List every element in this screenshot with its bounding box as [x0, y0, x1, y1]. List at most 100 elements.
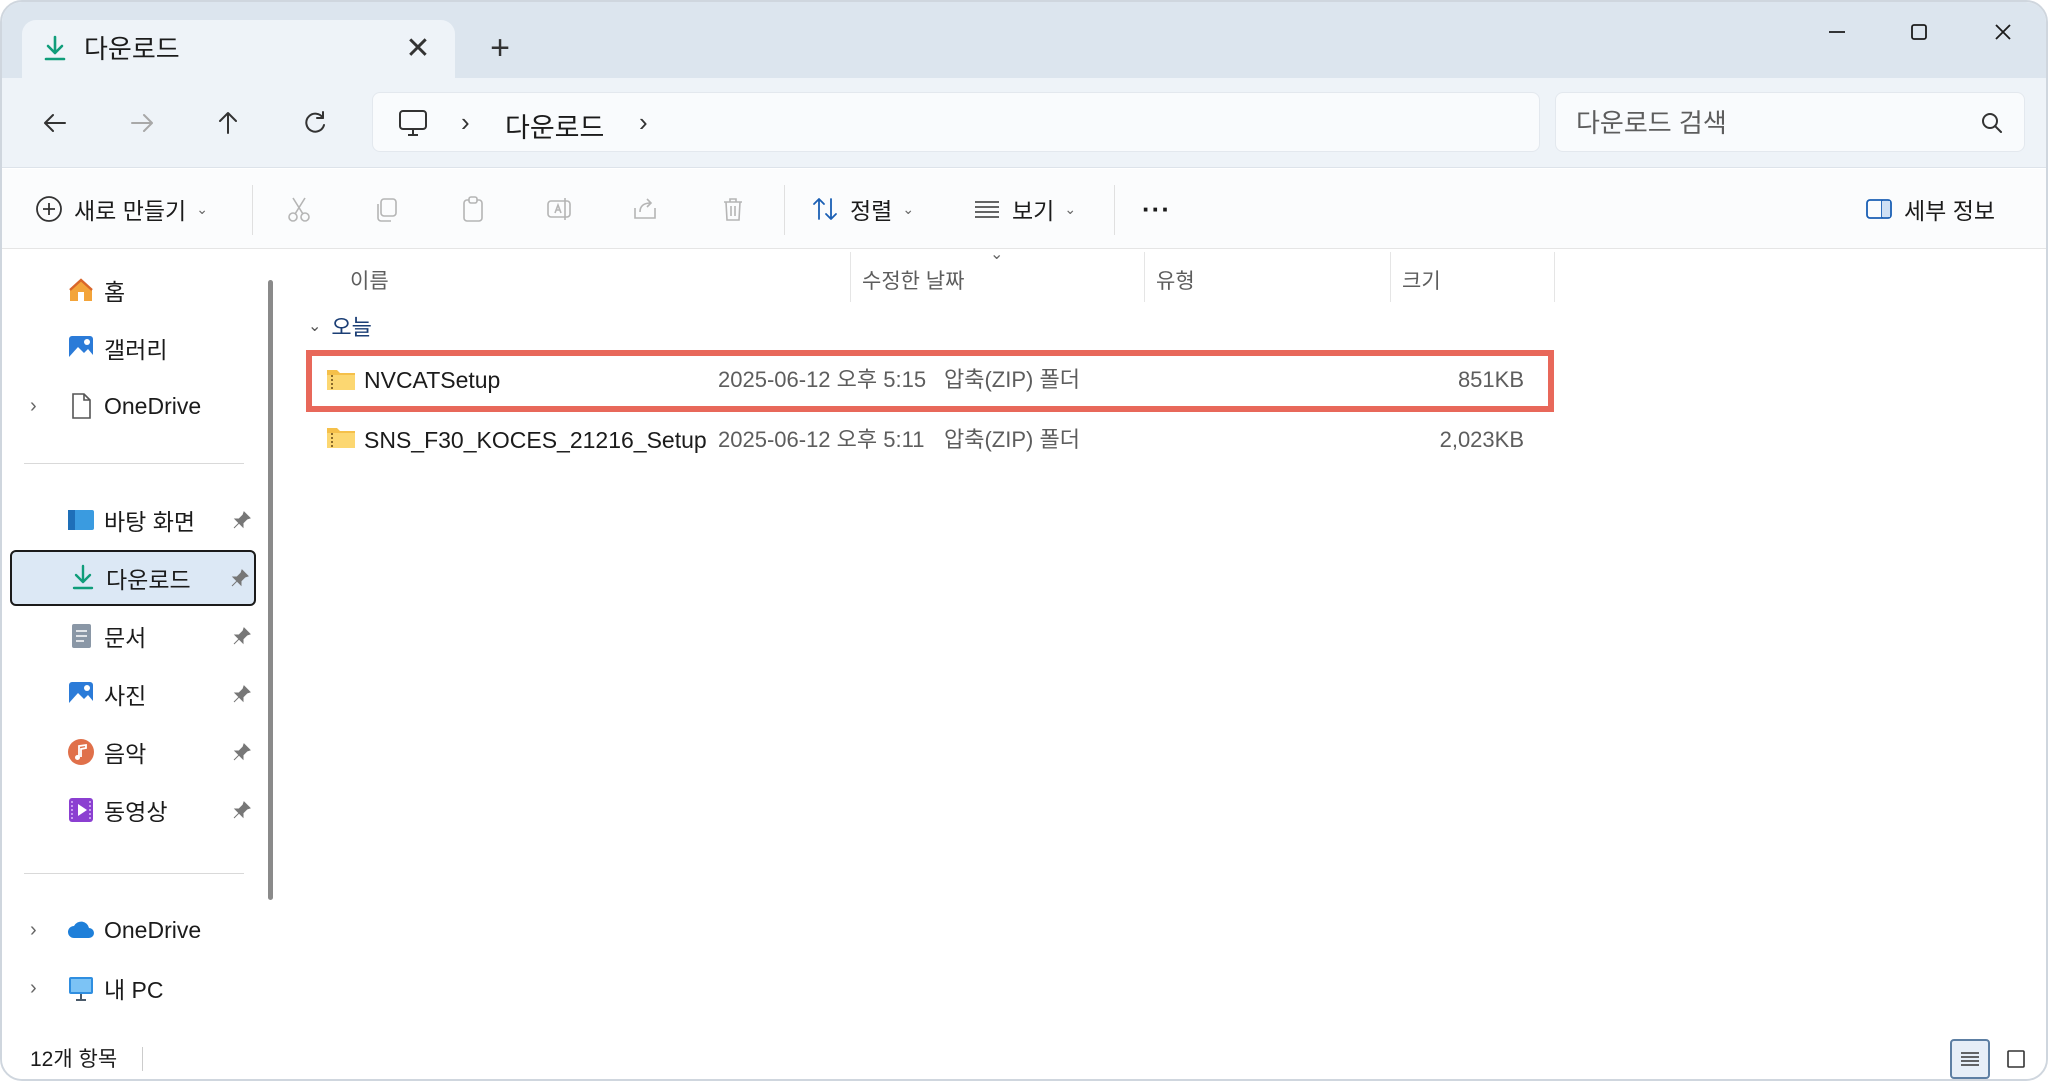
tab-downloads[interactable]: 다운로드 ✕	[22, 20, 455, 80]
close-tab-button[interactable]: ✕	[400, 30, 436, 66]
pin-icon[interactable]	[232, 510, 252, 530]
sidebar-item-this-pc[interactable]: › 내 PC	[10, 960, 256, 1016]
pc-icon[interactable]	[395, 105, 431, 141]
file-explorer-window: 다운로드 ✕ + › 다운로드 › 다운로드 검색 새로 만들기 ⌄ 정렬 ⌄ …	[0, 0, 2048, 1081]
column-header-date[interactable]: 수정한 날짜	[862, 258, 964, 302]
search-input[interactable]	[1576, 103, 1956, 143]
sidebar-item-home[interactable]: 홈	[10, 262, 256, 318]
details-view-button[interactable]	[1950, 1039, 1990, 1079]
sidebar-item-label: 내 PC	[104, 977, 164, 1003]
sidebar-item-label: 홈	[104, 279, 126, 305]
maximize-icon	[1911, 24, 1927, 40]
column-divider[interactable]	[850, 252, 851, 302]
home-icon	[69, 278, 93, 301]
file-size: 851KB	[1457, 367, 1524, 392]
divider	[252, 185, 253, 235]
chevron-right-icon[interactable]: ›	[30, 977, 37, 1000]
item-count: 12개 항목	[30, 1048, 118, 1071]
pin-icon[interactable]	[232, 626, 252, 646]
sidebar-item-pictures[interactable]: 사진	[10, 666, 256, 722]
file-size: 2,023KB	[1439, 427, 1524, 452]
zip-folder-icon	[327, 370, 355, 390]
chevron-down-icon[interactable]: ⌄	[308, 316, 321, 336]
chevron-right-icon[interactable]: ›	[461, 107, 470, 138]
table-row[interactable]: SNS_F30_KOCES_21216_Setup 2025-06-12 오후 …	[306, 412, 1554, 464]
sidebar-item-label: 동영상	[104, 799, 168, 825]
new-button[interactable]: 새로 만들기 ⌄	[34, 187, 208, 231]
sidebar-item-label: OneDrive	[104, 916, 202, 943]
share-button[interactable]	[630, 187, 660, 231]
refresh-icon	[305, 111, 325, 133]
minimize-icon	[1829, 31, 1845, 33]
sidebar-item-documents[interactable]: 문서	[10, 608, 256, 664]
arrow-left-icon	[44, 114, 66, 132]
sidebar-item-downloads[interactable]: 다운로드	[10, 550, 256, 606]
pin-icon[interactable]	[232, 684, 252, 704]
rename-button[interactable]	[544, 187, 574, 231]
rename-icon	[547, 198, 571, 220]
column-header-type[interactable]: 유형	[1156, 258, 1195, 302]
column-divider[interactable]	[1144, 252, 1145, 302]
sidebar-item-onedrive[interactable]: › OneDrive	[10, 902, 256, 958]
sidebar-item-videos[interactable]: 동영상	[10, 782, 256, 838]
tiles-view-button[interactable]	[1996, 1039, 2036, 1079]
details-view-icon	[1961, 1052, 1979, 1066]
sidebar-scrollbar[interactable]	[268, 280, 273, 900]
list-view-icon	[975, 201, 999, 218]
sort-indicator-icon: ⌄	[990, 246, 1004, 263]
group-header-today[interactable]: ⌄ 오늘	[308, 310, 372, 342]
document-icon	[72, 393, 91, 419]
sidebar-item-label: OneDrive	[104, 392, 202, 419]
view-button[interactable]: 보기 ⌄	[972, 187, 1076, 231]
column-header-size[interactable]: 크기	[1402, 258, 1441, 302]
details-pane-icon	[1866, 199, 1892, 219]
sort-button[interactable]: 정렬 ⌄	[810, 187, 914, 231]
arrow-right-icon	[131, 114, 153, 132]
download-icon	[44, 35, 66, 61]
chevron-right-icon[interactable]: ›	[639, 107, 648, 138]
column-header-name[interactable]: 이름	[350, 258, 389, 302]
column-divider[interactable]	[1390, 252, 1391, 302]
divider	[784, 185, 785, 235]
music-icon	[68, 739, 94, 765]
refresh-button[interactable]	[292, 100, 338, 146]
sidebar-item-gallery[interactable]: 갤러리	[10, 320, 256, 376]
sidebar-item-onedrive-personal[interactable]: › OneDrive	[10, 378, 256, 434]
pc-icon	[69, 977, 93, 1001]
download-icon	[72, 564, 94, 590]
sidebar-item-desktop[interactable]: 바탕 화면	[10, 492, 256, 548]
documents-icon	[72, 624, 91, 648]
up-button[interactable]	[205, 100, 251, 146]
maximize-button[interactable]	[1884, 10, 1954, 54]
breadcrumb-downloads[interactable]: 다운로드	[505, 106, 604, 145]
pin-icon[interactable]	[232, 800, 252, 820]
cut-button[interactable]	[284, 187, 314, 231]
minimize-button[interactable]	[1802, 10, 1872, 54]
file-date: 2025-06-12 오후 5:11	[718, 427, 925, 452]
paste-button[interactable]	[458, 187, 488, 231]
chevron-right-icon[interactable]: ›	[30, 919, 37, 942]
close-window-button[interactable]	[1968, 10, 2038, 54]
file-type: 압축(ZIP) 폴더	[944, 427, 1080, 452]
column-divider[interactable]	[1554, 252, 1555, 302]
new-tab-button[interactable]: +	[480, 28, 520, 68]
sidebar-item-music[interactable]: 음악	[10, 724, 256, 780]
arrow-up-icon	[219, 112, 237, 134]
pictures-icon	[69, 682, 93, 706]
delete-button[interactable]	[718, 187, 748, 231]
search-icon[interactable]	[1978, 109, 2006, 137]
copy-button[interactable]	[372, 187, 402, 231]
pin-icon[interactable]	[232, 742, 252, 762]
chevron-down-icon: ⌄	[196, 200, 208, 217]
more-options-button[interactable]: ···	[1142, 187, 1171, 231]
navigation-bar: › 다운로드 ›	[2, 78, 2046, 168]
sidebar-item-label: 음악	[104, 741, 147, 767]
search-box[interactable]	[1555, 92, 2025, 152]
table-row[interactable]: NVCATSetup 2025-06-12 오후 5:15 압축(ZIP) 폴더…	[306, 350, 1554, 412]
back-button[interactable]	[32, 100, 78, 146]
pin-icon[interactable]	[230, 568, 250, 588]
chevron-right-icon[interactable]: ›	[30, 395, 37, 418]
details-pane-button[interactable]: 세부 정보	[1864, 187, 1995, 231]
forward-button[interactable]	[119, 100, 165, 146]
address-bar[interactable]: › 다운로드 ›	[372, 92, 1540, 152]
